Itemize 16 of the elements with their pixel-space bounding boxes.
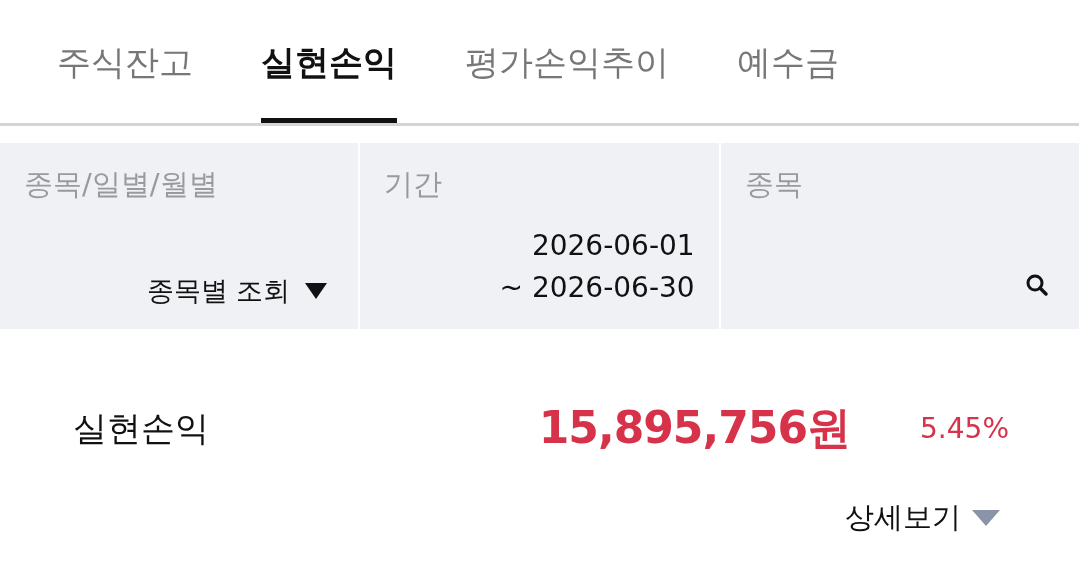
dropdown[interactable]: 종목별 조회 [146, 273, 335, 309]
detail-toggle[interactable]: 상세보기 [845, 498, 1001, 538]
summary-label: 실현손익 [73, 406, 210, 450]
search-icon [1025, 273, 1049, 297]
filter-label: 기간 [384, 166, 444, 203]
tab[interactable]: 평가손익추이 [465, 0, 669, 123]
profit-rate: 5.45% [920, 412, 1009, 445]
tab[interactable]: 예수금 [737, 0, 839, 123]
filter-label: 종목/일별/월별 [24, 166, 219, 203]
date-range-field[interactable]: 2026-06-01 ~ 2026-06-30 [499, 225, 695, 309]
tab[interactable]: 주식잔고 [57, 0, 193, 123]
profit-amount: 15,895,756원 [538, 401, 851, 455]
tab[interactable]: 실현손익 [261, 0, 397, 123]
caret-icon [971, 508, 1001, 528]
filter-label: 종목 [744, 166, 804, 203]
caret-icon [304, 282, 329, 300]
